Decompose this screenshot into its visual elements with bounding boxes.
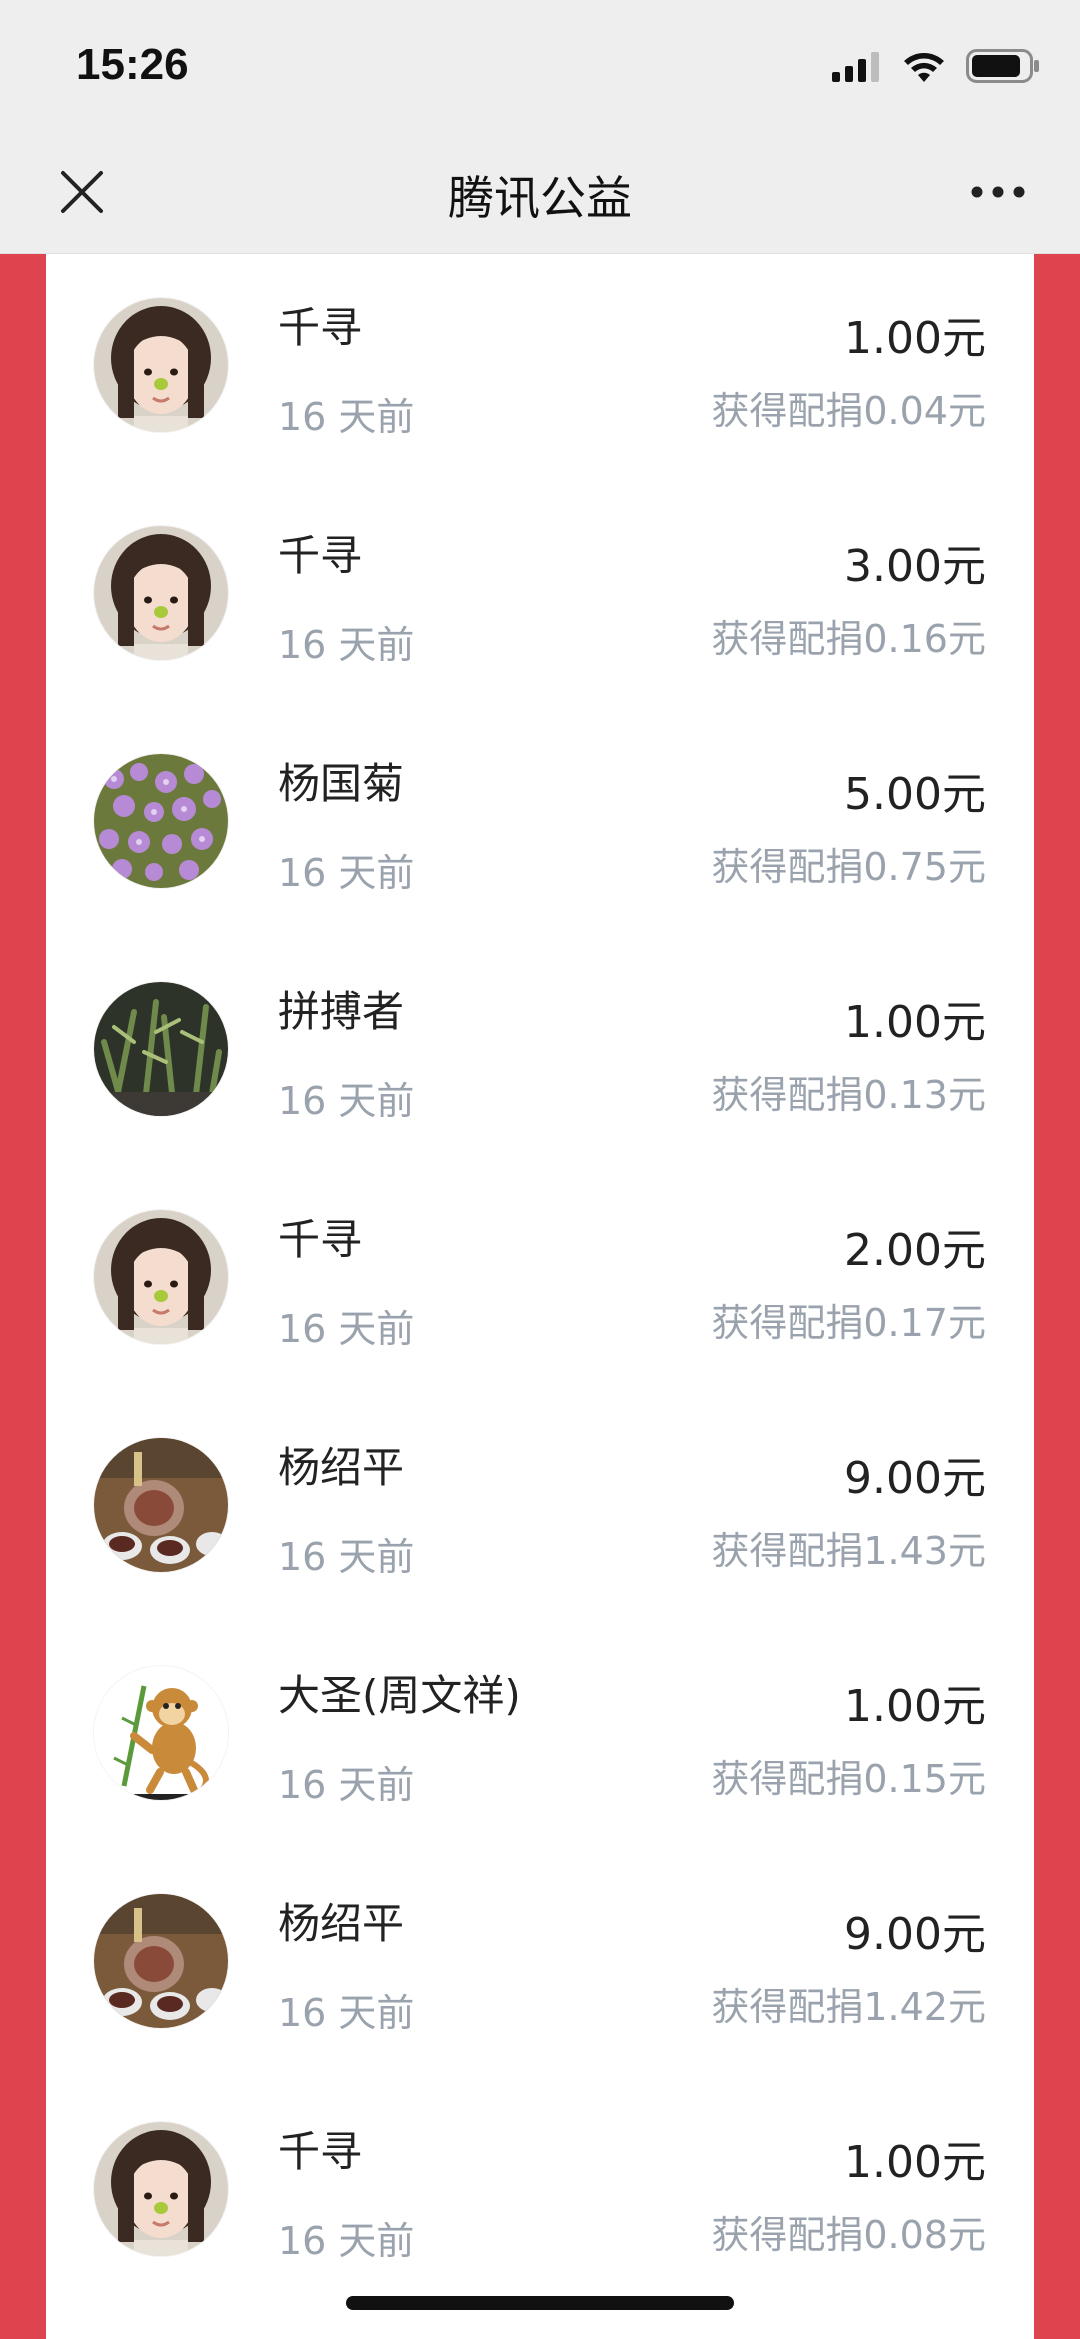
more-icon — [971, 186, 1025, 198]
donor-name: 大圣(周文祥) — [278, 1671, 521, 1720]
girl-portrait-avatar[interactable] — [94, 526, 228, 660]
girl-portrait-avatar[interactable] — [94, 1210, 228, 1344]
donation-time: 16 天前 — [278, 1079, 415, 1123]
donor-name: 杨绍平 — [278, 1443, 405, 1492]
donation-amount: 1.00元 — [844, 997, 986, 1048]
donation-time: 16 天前 — [278, 851, 415, 895]
monkey-cartoon-avatar[interactable] — [94, 1666, 228, 1800]
page-title: 腾讯公益 — [448, 171, 632, 225]
status-time: 15:26 — [76, 40, 189, 89]
donor-name: 拼搏者 — [278, 987, 405, 1036]
tea-set-avatar[interactable] — [94, 1894, 228, 2028]
girl-portrait-avatar[interactable] — [94, 2122, 228, 2256]
donor-name: 杨国菊 — [278, 759, 405, 808]
matched-donation: 获得配捐0.04元 — [711, 389, 986, 433]
donation-row[interactable]: 千寻 16 天前 1.00元获得配捐0.08元 — [46, 2078, 1034, 2306]
signal-icon — [832, 52, 879, 82]
donation-amount: 5.00元 — [844, 769, 986, 820]
status-icons — [832, 48, 1040, 84]
battery-icon — [966, 49, 1039, 83]
donation-amount: 9.00元 — [844, 1453, 986, 1504]
purple-flowers-avatar[interactable] — [94, 754, 228, 888]
donation-amount: 1.00元 — [844, 313, 986, 364]
donation-row[interactable]: 千寻 16 天前 2.00元获得配捐0.17元 — [46, 1166, 1034, 1394]
green-plants-avatar[interactable] — [94, 982, 228, 1116]
matched-donation: 获得配捐0.13元 — [711, 1073, 986, 1117]
donation-time: 16 天前 — [278, 623, 415, 667]
home-indicator — [346, 2296, 734, 2310]
donation-time: 16 天前 — [278, 1991, 415, 2035]
donation-amount: 1.00元 — [844, 1681, 986, 1732]
donor-name: 千寻 — [278, 303, 363, 352]
matched-donation: 获得配捐0.16元 — [711, 617, 986, 661]
matched-donation: 获得配捐0.08元 — [711, 2213, 986, 2257]
donor-name: 千寻 — [278, 531, 363, 580]
donation-time: 16 天前 — [278, 395, 415, 439]
donation-amount: 1.00元 — [844, 2137, 986, 2188]
matched-donation: 获得配捐1.42元 — [711, 1985, 986, 2029]
girl-portrait-avatar[interactable] — [94, 298, 228, 432]
wifi-icon — [904, 53, 944, 82]
nav-bar: 腾讯公益 — [0, 130, 1080, 254]
donation-list: 千寻 16 天前 1.00元 获得配捐0.04元 千寻 16 天前 3.00元 获得配捐0.… — [46, 254, 1034, 2339]
donation-row[interactable]: 大圣(周文祥) 16 天前 1.00元获得配捐0.15元 — [46, 1622, 1034, 1850]
donation-time: 16 天前 — [278, 1535, 415, 1579]
donation-row[interactable]: 拼搏者 16 天前 1.00元获得配捐0.13元 — [46, 938, 1034, 1166]
matched-donation: 获得配捐0.15元 — [711, 1757, 986, 1801]
donation-amount: 9.00元 — [844, 1909, 986, 1960]
more-button[interactable] — [958, 160, 1038, 224]
donor-name: 千寻 — [278, 2127, 363, 2176]
donor-name: 千寻 — [278, 1215, 363, 1264]
donation-time: 16 天前 — [278, 1763, 415, 1807]
donation-row[interactable]: 千寻 16 天前 1.00元获得配捐0.04元 — [46, 254, 1034, 482]
tea-set-avatar[interactable] — [94, 1438, 228, 1572]
donation-row[interactable]: 杨国菊 16 天前 5.00元获得配捐0.75元 — [46, 710, 1034, 938]
matched-donation: 获得配捐1.43元 — [711, 1529, 986, 1573]
donation-row[interactable]: 千寻 16 天前 3.00元获得配捐0.16元 — [46, 482, 1034, 710]
status-bar: 15:26 — [0, 0, 1080, 130]
donation-amount: 2.00元 — [844, 1225, 986, 1276]
donation-time: 16 天前 — [278, 1307, 415, 1351]
donation-row[interactable]: 杨绍平 16 天前 9.00元获得配捐1.42元 — [46, 1850, 1034, 2078]
donation-row[interactable]: 杨绍平 16 天前 9.00元获得配捐1.43元 — [46, 1394, 1034, 1622]
donation-time: 16 天前 — [278, 2219, 415, 2263]
donor-name: 杨绍平 — [278, 1899, 405, 1948]
matched-donation: 获得配捐0.75元 — [711, 845, 986, 889]
donation-amount: 3.00元 — [844, 541, 986, 592]
matched-donation: 获得配捐0.17元 — [711, 1301, 986, 1345]
